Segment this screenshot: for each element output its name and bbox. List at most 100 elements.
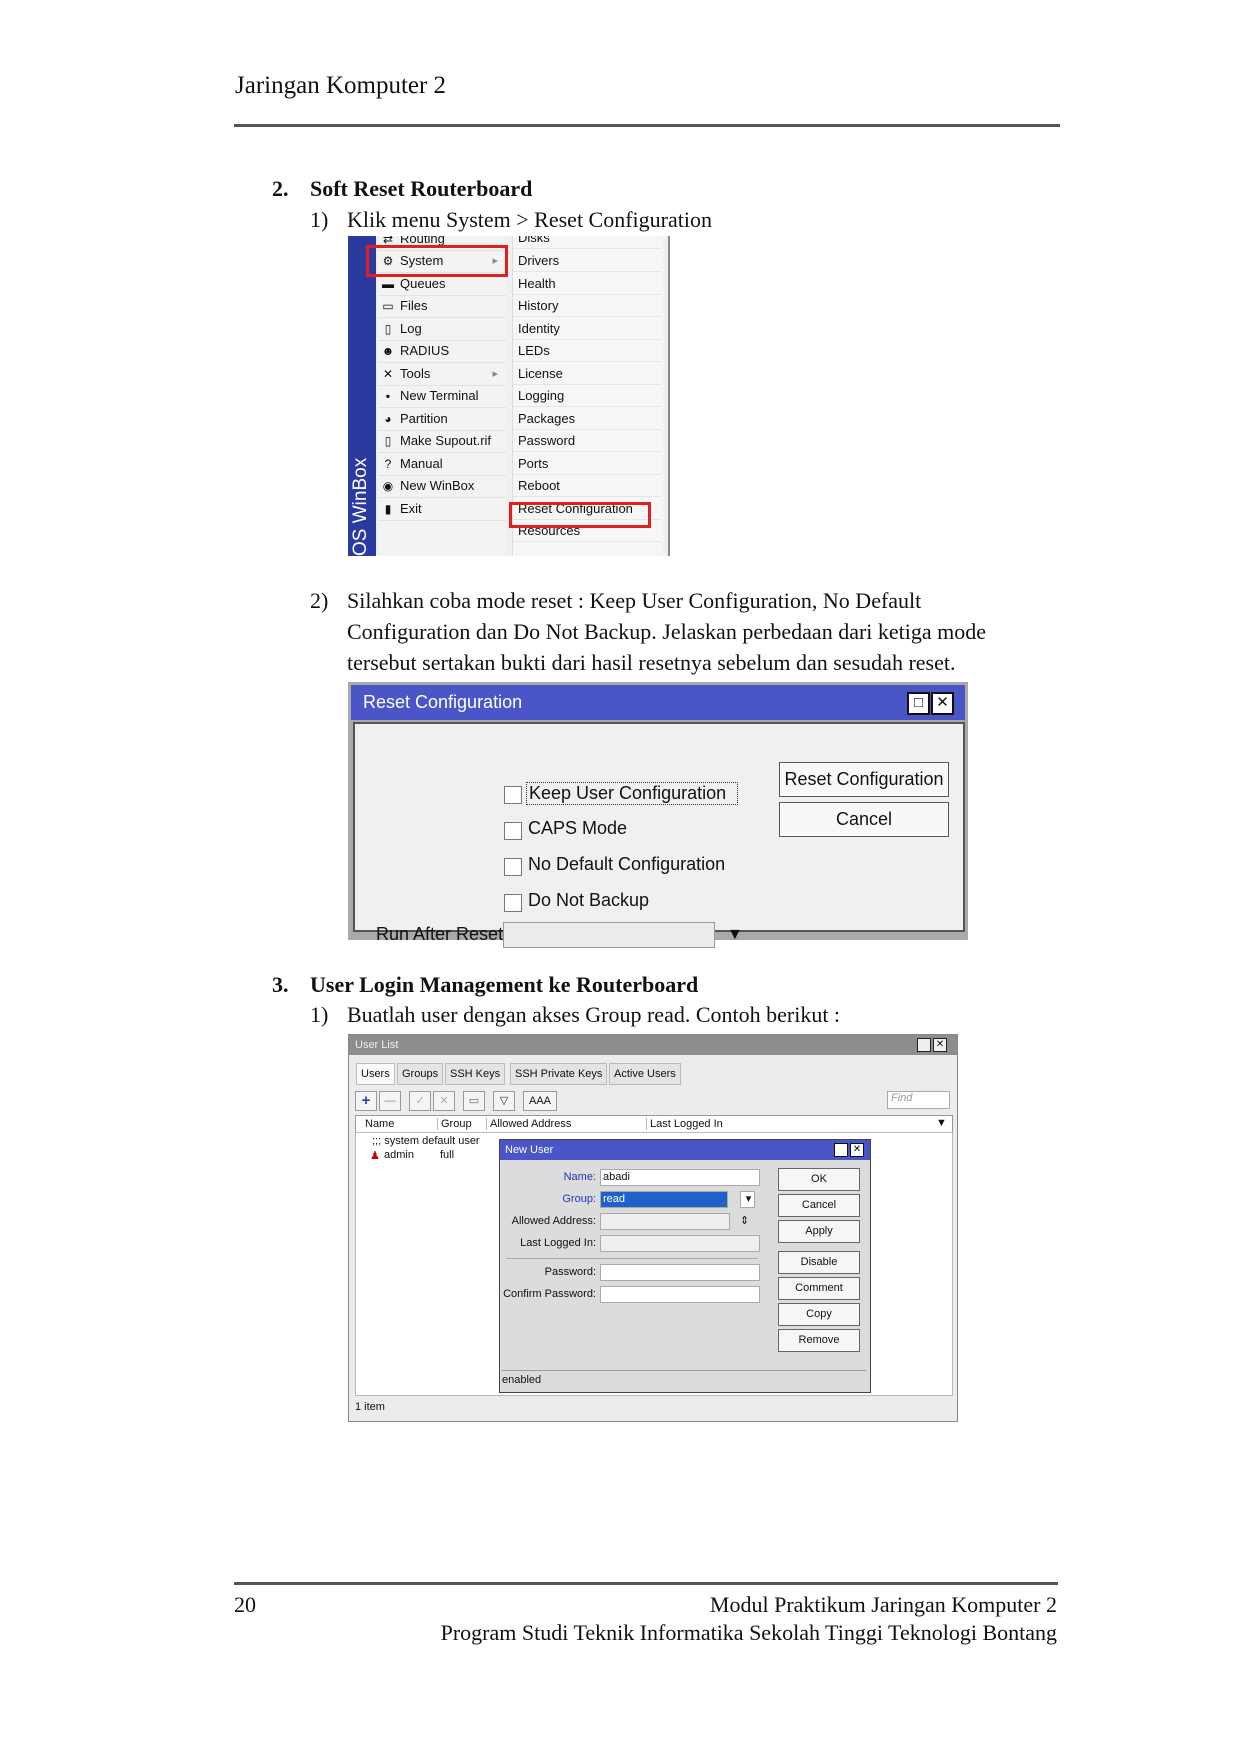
menu-item-tools[interactable]: ✕ Tools ▸	[378, 363, 506, 386]
filter-icon[interactable]: ▽	[493, 1091, 515, 1111]
tab-groups[interactable]: Groups	[397, 1063, 444, 1085]
group-label: Group:	[562, 1193, 596, 1205]
allowed-address-field[interactable]	[600, 1213, 730, 1230]
submenu-item-leds[interactable]: LEDs	[513, 340, 661, 362]
submenu-item-reboot[interactable]: Reboot	[513, 475, 661, 497]
cancel-button[interactable]: Cancel	[779, 802, 949, 837]
aaa-button[interactable]: AAA	[523, 1091, 557, 1111]
new-user-status: enabled	[502, 1370, 866, 1389]
maximize-icon[interactable]	[834, 1143, 848, 1157]
last-logged-in-label: Last Logged In:	[520, 1237, 596, 1249]
menu-item-make-supout[interactable]: ▯ Make Supout.rif	[378, 430, 506, 453]
find-input[interactable]: Find	[887, 1091, 950, 1109]
section2-title: Soft Reset Routerboard	[310, 176, 533, 201]
cancel-button[interactable]: Cancel	[778, 1194, 860, 1217]
menu-item-radius[interactable]: ☻ RADIUS	[378, 340, 506, 363]
section2-step1-text: Klik menu System > Reset Configuration	[347, 207, 712, 232]
table-row-name[interactable]: admin	[384, 1149, 414, 1161]
highlight-reset-configuration	[509, 502, 651, 528]
expand-icon[interactable]: ⇕	[740, 1214, 749, 1227]
comment-icon[interactable]: ▭	[463, 1091, 485, 1111]
comment-button[interactable]: Comment	[778, 1277, 860, 1300]
section2-step2-line2: Configuration dan Do Not Backup. Jelaska…	[347, 619, 987, 644]
new-user-dialog: New User ✕ Name: abadi Group: read ▾ All…	[499, 1139, 871, 1393]
copy-button[interactable]: Copy	[778, 1303, 860, 1326]
no-default-checkbox[interactable]	[504, 858, 522, 876]
disable-icon[interactable]: ✕	[433, 1091, 455, 1111]
user-list-window: User List ✕ Users Groups SSH Keys SSH Pr…	[348, 1034, 958, 1422]
help-icon: ?	[384, 457, 392, 471]
column-dropdown-icon[interactable]: ▼	[936, 1117, 947, 1129]
submenu-item-license[interactable]: License	[513, 363, 661, 385]
section2-step2-line1: Silahkan coba mode reset : Keep User Con…	[347, 588, 922, 613]
run-after-reset-input[interactable]	[503, 922, 715, 948]
menu-item-new-terminal[interactable]: ▪ New Terminal	[378, 385, 506, 408]
remove-button[interactable]: Remove	[778, 1329, 860, 1352]
column-allowed-address[interactable]: Allowed Address	[486, 1118, 571, 1130]
dialog-titlebar: Reset Configuration □ ✕	[351, 685, 965, 720]
menu-item-files[interactable]: ▭ Files	[378, 295, 506, 318]
reset-configuration-dialog: Reset Configuration □ ✕ Keep User Config…	[348, 682, 968, 948]
tab-users[interactable]: Users	[356, 1063, 395, 1085]
footer-rule	[234, 1582, 1058, 1585]
reset-configuration-button[interactable]: Reset Configuration	[779, 762, 949, 797]
submenu-item-packages[interactable]: Packages	[513, 408, 661, 430]
submenu-item-ports[interactable]: Ports	[513, 453, 661, 475]
section2-step2-number: 2)	[310, 588, 329, 613]
submenu-item-identity[interactable]: Identity	[513, 318, 661, 340]
tab-ssh-keys[interactable]: SSH Keys	[445, 1063, 506, 1085]
section3-number: 3.	[272, 972, 289, 997]
dialog-title: Reset Configuration	[363, 692, 523, 712]
submenu-item-history[interactable]: History	[513, 295, 661, 317]
group-dropdown-icon[interactable]: ▾	[740, 1191, 755, 1208]
maximize-icon[interactable]: □	[907, 692, 930, 715]
menu-item-exit[interactable]: ▮ Exit	[378, 498, 506, 521]
maximize-icon[interactable]	[917, 1038, 931, 1052]
column-last-logged-in[interactable]: Last Logged In	[646, 1118, 723, 1130]
page-number: 20	[234, 1592, 256, 1617]
pie-chart-icon: ◕	[384, 412, 392, 426]
status-bar: 1 item	[355, 1401, 385, 1413]
user-list-title: User List	[355, 1039, 399, 1051]
tab-active-users[interactable]: Active Users	[609, 1063, 681, 1085]
ok-button[interactable]: OK	[778, 1168, 860, 1191]
password-field[interactable]	[600, 1264, 760, 1281]
folder-icon: ▭	[382, 299, 394, 313]
keep-user-checkbox[interactable]	[504, 786, 522, 804]
disable-button[interactable]: Disable	[778, 1251, 860, 1274]
submenu-item-health[interactable]: Health	[513, 273, 661, 295]
menu-item-partition[interactable]: ◕ Partition	[378, 408, 506, 431]
enable-icon[interactable]: ✓	[409, 1091, 431, 1111]
password-label: Password:	[544, 1266, 596, 1278]
submenu-item-password[interactable]: Password	[513, 430, 661, 452]
last-logged-in-field	[600, 1235, 760, 1252]
menu-item-log[interactable]: ▯ Log	[378, 318, 506, 341]
menu-item-new-winbox[interactable]: ◉ New WinBox	[378, 475, 506, 498]
winbox-sidebar-label: OS WinBox	[350, 457, 371, 556]
close-icon[interactable]: ✕	[933, 1038, 947, 1052]
confirm-password-field[interactable]	[600, 1286, 760, 1303]
file-icon: ▯	[384, 434, 392, 448]
new-user-titlebar: New User ✕	[500, 1140, 870, 1160]
dropdown-arrow-icon[interactable]: ▼	[727, 926, 743, 944]
globe-icon: ◉	[382, 479, 394, 493]
tab-ssh-private-keys[interactable]: SSH Private Keys	[510, 1063, 608, 1085]
column-group[interactable]: Group	[437, 1118, 472, 1130]
no-backup-checkbox[interactable]	[504, 894, 522, 912]
submenu-item-drivers[interactable]: Drivers	[513, 250, 661, 272]
caps-mode-checkbox[interactable]	[504, 822, 522, 840]
run-after-reset-label: Run After Reset:	[376, 924, 509, 944]
name-field[interactable]: abadi	[600, 1169, 760, 1186]
close-icon[interactable]: ✕	[931, 692, 954, 715]
confirm-password-label: Confirm Password:	[503, 1288, 596, 1300]
submenu-item-logging[interactable]: Logging	[513, 385, 661, 407]
group-field[interactable]: read	[600, 1191, 728, 1208]
remove-icon[interactable]: —	[379, 1091, 401, 1111]
apply-button[interactable]: Apply	[778, 1220, 860, 1243]
column-name[interactable]: Name	[365, 1118, 394, 1130]
close-icon[interactable]: ✕	[850, 1143, 864, 1157]
submenu-item-disks[interactable]: Disks	[513, 236, 661, 249]
table-row-group[interactable]: full	[440, 1149, 454, 1161]
menu-item-manual[interactable]: ? Manual	[378, 453, 506, 476]
add-icon[interactable]: +	[355, 1091, 377, 1111]
